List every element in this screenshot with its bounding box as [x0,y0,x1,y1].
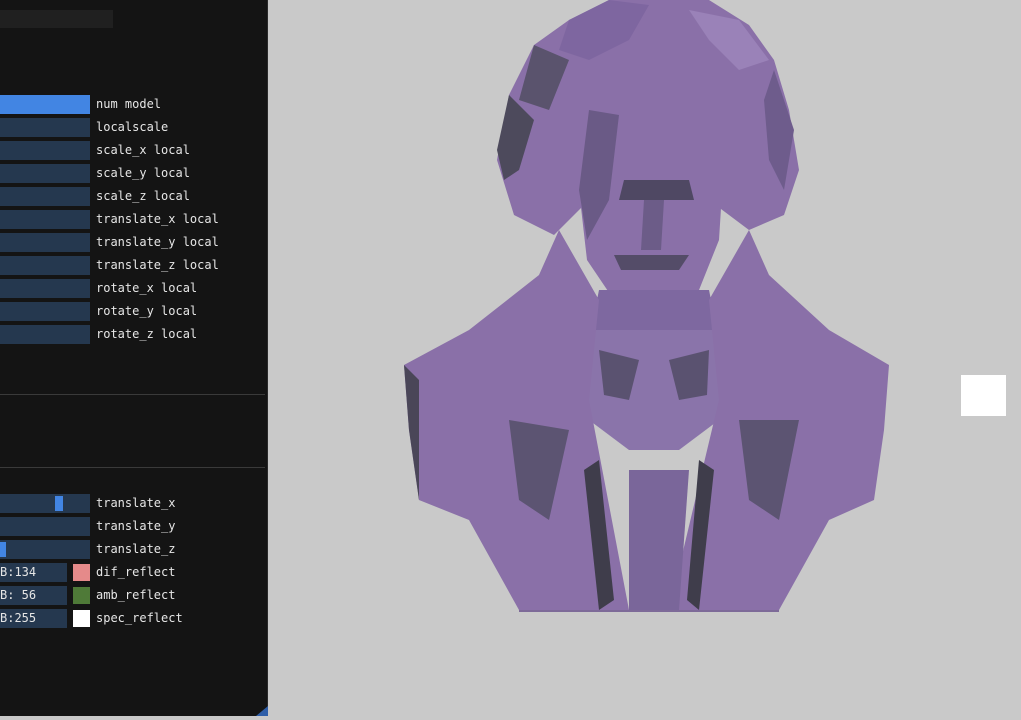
color-swatch[interactable] [73,564,90,581]
control-panel: num model localscale scale_x local scale… [0,0,268,716]
slider-scale-z-local[interactable]: scale_z local [0,187,265,206]
slider-track[interactable] [0,279,90,298]
bust-model [404,0,889,612]
slider-label: scale_x local [96,143,190,157]
3d-viewport[interactable] [269,0,1021,716]
color-value-field[interactable]: B:134 [0,563,67,582]
slider-track[interactable] [0,517,90,536]
color-label: spec_reflect [96,611,183,625]
color-value-field[interactable]: B: 56 [0,586,67,605]
slider-label: rotate_y local [96,304,198,318]
slider-label: translate_z local [96,258,219,272]
slider-track[interactable] [0,164,90,183]
slider-label: translate_y [96,519,176,533]
slider-track[interactable] [0,302,90,321]
slider-track[interactable] [0,540,90,559]
slider-label: translate_x local [96,212,219,226]
slider-track[interactable] [0,141,90,160]
slider-grab[interactable] [0,542,6,557]
slider-label: translate_z [96,542,176,556]
resize-grip-icon[interactable] [256,706,268,716]
slider-label: num model [96,97,162,111]
color-swatch[interactable] [73,610,90,627]
slider-scale-x-local[interactable]: scale_x local [0,141,265,160]
slider-track[interactable] [0,210,90,229]
slider-track[interactable] [0,95,90,114]
color-value-field[interactable]: B:255 [0,609,67,628]
slider-label: scale_y local [96,166,190,180]
slider-track[interactable] [0,187,90,206]
slider-rotate-x-local[interactable]: rotate_x local [0,279,265,298]
slider-grab[interactable] [55,496,63,511]
section-divider [0,394,265,395]
panel-title-bar[interactable] [0,10,113,28]
slider-translate-y-local[interactable]: translate_y local [0,233,265,252]
light-source-marker[interactable] [961,375,1006,416]
slider-translate-y[interactable]: translate_y [0,517,265,536]
slider-rotate-y-local[interactable]: rotate_y local [0,302,265,321]
color-edit-dif-reflect[interactable]: B:134 dif_reflect [0,563,265,582]
slider-label: scale_z local [96,189,190,203]
slider-track[interactable] [0,494,90,513]
slider-localscale[interactable]: localscale [0,118,265,137]
color-label: amb_reflect [96,588,176,602]
section-divider [0,467,265,468]
slider-label: localscale [96,120,169,134]
slider-translate-x-local[interactable]: translate_x local [0,210,265,229]
slider-label: translate_x [96,496,176,510]
slider-translate-x[interactable]: translate_x [0,494,265,513]
color-swatch[interactable] [73,587,90,604]
color-label: dif_reflect [96,565,176,579]
slider-num-model[interactable]: num model [0,95,265,114]
slider-translate-z[interactable]: translate_z [0,540,265,559]
slider-track[interactable] [0,233,90,252]
slider-label: translate_y local [96,235,219,249]
slider-label: rotate_z local [96,327,198,341]
color-edit-amb-reflect[interactable]: B: 56 amb_reflect [0,586,265,605]
slider-track[interactable] [0,325,90,344]
color-edit-spec-reflect[interactable]: B:255 spec_reflect [0,609,265,628]
slider-label: rotate_x local [96,281,198,295]
slider-track[interactable] [0,256,90,275]
slider-translate-z-local[interactable]: translate_z local [0,256,265,275]
slider-scale-y-local[interactable]: scale_y local [0,164,265,183]
slider-track[interactable] [0,118,90,137]
slider-rotate-z-local[interactable]: rotate_z local [0,325,265,344]
